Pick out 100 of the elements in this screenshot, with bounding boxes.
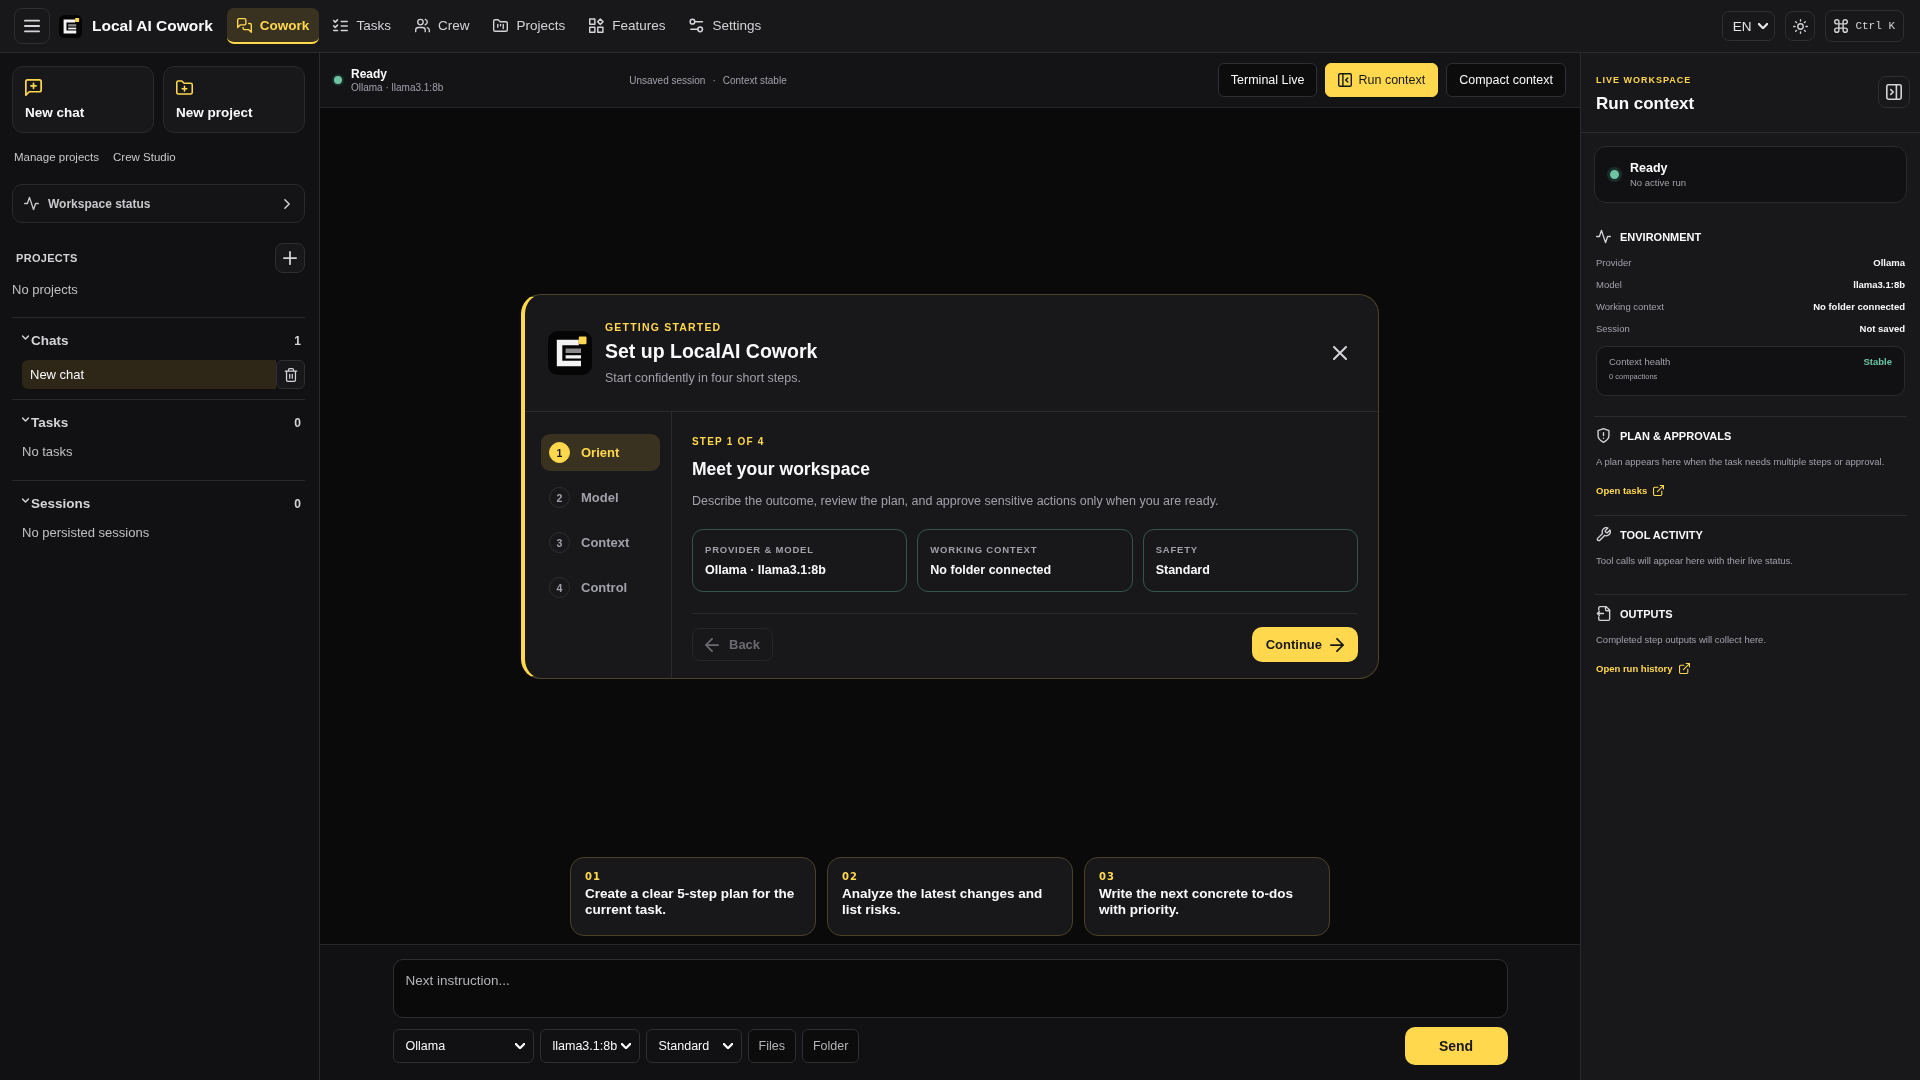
nav-tab[interactable]: Tasks [323,8,401,44]
prompt-input[interactable]: Next instruction... [392,959,1508,1018]
section-heading: PLAN & APPROVALS [1620,429,1732,442]
pulse-icon [24,196,39,211]
session-info: Unsaved session [629,74,706,86]
chevron-right-icon [284,198,290,209]
step-tab[interactable]: 3 Context [541,524,660,561]
workspace-status-button[interactable]: Workspace status [12,184,305,223]
add-project-button[interactable] [275,243,305,273]
attach-button[interactable]: Folder [801,1029,860,1063]
chevron-down-icon [22,498,29,503]
new-item-button[interactable]: New chat [12,66,154,133]
caret-icon [620,1043,631,1049]
section-toggle[interactable]: Chats [22,333,69,348]
dropdown[interactable]: Standard [645,1029,742,1063]
section-toggle[interactable]: Sessions [22,496,91,511]
section-heading: ENVIRONMENT [1620,230,1702,243]
section-text: A plan appears here when the task needs multiple steps or approval. [1596,456,1886,467]
suggestion-card[interactable]: 02 Analyze the latest changes and list risks. [827,857,1073,936]
session-info: Context stable [722,74,787,86]
command-palette-button[interactable]: Ctrl K [1825,10,1904,42]
toolbar-button[interactable]: Compact context [1446,63,1566,97]
step-description: Describe the outcome, review the plan, and approve sensitive actions only when you are ready. [692,494,1220,508]
health-value: Stable [1863,356,1892,367]
arrow-left-icon [705,637,719,652]
external-link-icon [1653,485,1665,496]
sidebar-link[interactable]: Manage projects [14,151,100,163]
menu-button[interactable] [14,8,50,44]
status-dot-icon [332,74,344,86]
nav-tab[interactable]: Crew [404,8,480,44]
continue-button[interactable]: Continue [1251,627,1358,662]
new-item-button[interactable]: New project [163,66,305,133]
step-label: STEP 1 OF 4 [692,436,766,447]
step-tab[interactable]: 2 Model [541,479,660,516]
chevron-down-icon [22,417,29,422]
item-count: 0 [294,415,302,430]
field-label: Model [1596,278,1622,290]
dropdown[interactable]: Ollama [392,1029,534,1063]
language-select[interactable]: EN [1721,11,1776,41]
nav-tab[interactable]: Settings [679,8,772,44]
health-label: Context health [1609,356,1671,367]
command-icon [1834,19,1849,33]
section-toggle[interactable]: Tasks [22,415,69,430]
chat-bubbles-icon [236,17,252,33]
empty-message: No projects [12,282,79,297]
step-number: 1 [549,442,570,463]
plus-icon [283,251,297,265]
empty-message: No tasks [22,444,74,459]
nav-tab[interactable]: Features [579,8,676,44]
dropdown[interactable]: llama3.1:8b [539,1029,640,1063]
logo-icon [59,14,82,38]
send-button[interactable]: Send [1404,1027,1508,1065]
suggestion-text: Create a clear 5-step plan for the current task. [585,886,796,918]
field-value: llama3.1:8b [1853,278,1905,290]
chat-plus-icon [25,79,42,96]
folder-icon [493,17,509,33]
sun-icon [1792,18,1808,34]
item-count: 1 [294,333,302,348]
chat-list-item[interactable]: New chat [22,360,276,389]
section-text: Completed step outputs will collect here. [1596,634,1768,645]
field-label: Session [1596,322,1630,334]
section-text: Tool calls will appear here with their live status. [1596,555,1794,566]
suggestion-card[interactable]: 03 Write the next concrete to-dos with priority. [1084,857,1330,936]
empty-message: No persisted sessions [22,525,151,540]
step-tab[interactable]: 1 Orient [541,434,660,471]
wrench-icon [1596,527,1611,542]
nav-tab[interactable]: Projects [483,8,576,44]
model-label: Ollama · llama3.1:8b [351,82,444,93]
toolbar-button[interactable]: Run context [1325,63,1439,97]
arrow-right-icon [1330,637,1344,652]
attach-button[interactable]: Files [747,1029,796,1063]
panel-title: Run context [1596,94,1696,114]
folder-plus-icon [176,79,193,96]
status-title: Ready [1630,161,1669,175]
caret-icon [514,1043,525,1049]
panel-link[interactable]: Open tasks [1596,485,1665,496]
step-tab[interactable]: 4 Control [541,569,660,606]
status-dot-icon [1607,167,1622,182]
pulse-icon [1596,229,1611,244]
collapse-panel-button[interactable] [1878,75,1910,108]
field-label: Working context [1596,300,1664,312]
users-icon [414,17,430,33]
section-heading: TOOL ACTIVITY [1620,528,1703,541]
nav-tab[interactable]: Cowork [226,8,320,44]
info-label: PROVIDER & MODEL [705,544,815,555]
close-icon [1333,346,1347,360]
trash-icon [283,367,298,382]
status-label: Ready [351,67,389,81]
panel-eyebrow: LIVE WORKSPACE [1596,75,1693,85]
field-label: Provider [1596,256,1632,268]
delete-button[interactable] [276,360,305,389]
toolbar-button[interactable]: Terminal Live [1217,63,1318,97]
info-label: WORKING CONTEXT [930,544,1039,555]
file-arrow-icon [1596,606,1611,621]
shield-alert-icon [1596,428,1611,443]
suggestion-card[interactable]: 01 Create a clear 5-step plan for the current task. [570,857,816,936]
app-title: Local AI Cowork [92,17,213,35]
theme-button[interactable] [1785,11,1816,41]
panel-link[interactable]: Open run history [1596,663,1690,674]
sidebar-link[interactable]: Crew Studio [113,151,176,163]
